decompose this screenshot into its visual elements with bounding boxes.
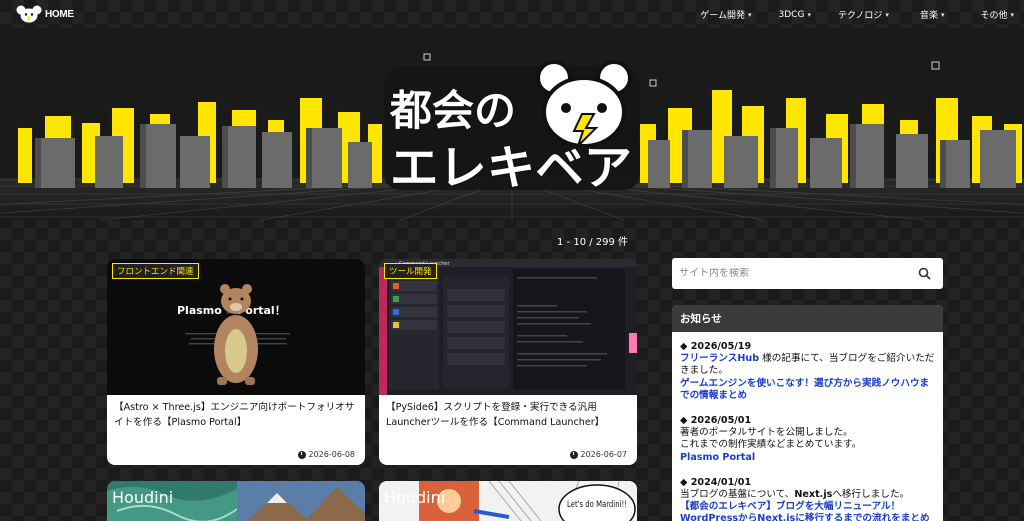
article-title[interactable]: 【PySide6】スクリプトを登録・実行できる汎用Launcherツールを作る【…	[386, 401, 630, 430]
home-label: HOME	[45, 8, 74, 20]
news-entry: ◆ 2026/05/19 フリーランスHub 様の記事にて、当ブログをご紹介いただ…	[680, 341, 936, 402]
article-title[interactable]: 【Astro × Three.js】エンジニア向けポートフォリオサイトを作る【P…	[114, 401, 358, 430]
news-text: 著者のポータルサイトを公開しました。	[680, 427, 853, 439]
nav-label: ゲーム開発	[700, 11, 745, 21]
nav-item-other[interactable]: その他 ▾	[980, 8, 1014, 22]
nav-label: テクノロジ	[837, 11, 883, 21]
news-title: お知らせ	[672, 305, 943, 332]
news-text: これまでの制作実績などまとめています。	[680, 439, 862, 451]
news-date: ◆ 2026/05/19	[680, 341, 752, 352]
chevron-down-icon: ▾	[885, 10, 889, 19]
home-link[interactable]: HOME	[16, 5, 74, 23]
nav-item-3dcg[interactable]: 3DCG ▾	[779, 8, 811, 21]
news-date: ◆ 2024/01/01	[680, 476, 752, 488]
nav-label: 3DCG	[778, 9, 805, 20]
site-search	[672, 258, 943, 289]
news-entry: ◆ 2024/01/01 当ブログの基盤について、Next.jsへ移行しました。【…	[680, 477, 936, 521]
category-tag[interactable]: Houdini	[112, 488, 173, 507]
news-link[interactable]: Plasmo Portal	[680, 452, 755, 463]
news-link[interactable]: ゲームエンジンを使いこなす！選び方から実践ノウハウまでの情報まとめ	[680, 378, 929, 401]
result-count: 1 - 10 / 299 件	[557, 237, 629, 248]
plasmo-portal-image: Plasmo ⚡ Portal！	[107, 259, 365, 395]
bear-logo-icon	[16, 5, 42, 23]
main-nav: ゲーム開発 ▾ 3DCG ▾ テクノロジ ▾ 音楽 ▾ その他 ▾	[700, 8, 1014, 22]
article-thumbnail: ツール開発 Command Launcher	[379, 259, 637, 395]
nav-item-technology[interactable]: テクノロジ ▾	[837, 8, 889, 22]
date-text: 2026-06-08	[308, 450, 356, 459]
news-date: ◆ 2026/05/01	[680, 415, 752, 427]
city-skyline-illustration: 都会の エレキベア	[0, 28, 1024, 220]
category-tag[interactable]: フロントエンド関連	[112, 263, 199, 279]
chevron-down-icon: ▾	[748, 10, 752, 19]
article-card[interactable]: Houdini	[107, 481, 365, 521]
news-text: Next.js	[794, 489, 833, 501]
news-link[interactable]: 【都会のエレキベア】ブログを大幅リニューアル！WordPressからNext.j…	[680, 501, 930, 521]
nav-item-music[interactable]: 音楽 ▾	[919, 8, 945, 22]
news-entry: ◆ 2026/05/01 著者のポータルサイトを公開しました。 これまでの制作実績な…	[680, 415, 936, 464]
nav-label: その他	[980, 11, 1008, 21]
article-date: 2026-06-07	[569, 450, 628, 459]
clock-icon	[297, 450, 306, 459]
news-link[interactable]: フリーランスHub	[680, 353, 759, 364]
command-launcher-image: Command Launcher	[379, 259, 637, 395]
news-text: へ移行しました。	[832, 489, 910, 501]
article-card[interactable]: ツール開発 Command Launcher	[379, 259, 637, 465]
search-icon[interactable]	[918, 267, 931, 280]
chevron-down-icon: ▾	[940, 10, 945, 19]
date-text: 2026-06-07	[580, 450, 628, 459]
chevron-down-icon: ▾	[1010, 10, 1014, 19]
clock-icon	[569, 450, 578, 459]
article-card[interactable]: フロントエンド関連 Plasmo ⚡ Portal！ 【Astro × Thre…	[107, 259, 365, 465]
article-card[interactable]: Let's do Mardini!! Houdini	[379, 481, 637, 521]
speech-bubble-text: Let's do Mardini!!	[567, 500, 627, 510]
logo-text-line2: エレキベア	[390, 141, 632, 196]
logo-text-line1: 都会の	[389, 86, 516, 135]
search-input[interactable]	[679, 268, 909, 279]
category-tag[interactable]: ツール開発	[384, 263, 437, 279]
article-thumbnail: フロントエンド関連 Plasmo ⚡ Portal！	[107, 259, 365, 395]
nav-label: 音楽	[919, 11, 938, 21]
nav-item-game-dev[interactable]: ゲーム開発 ▾	[700, 8, 752, 22]
news-panel: お知らせ ◆ 2026/05/19 フリーランスHub 様の記事にて、当ブログをご…	[672, 305, 943, 521]
chevron-down-icon: ▾	[807, 10, 811, 19]
category-tag[interactable]: Houdini	[384, 488, 445, 507]
top-navigation-bar: HOME ゲーム開発 ▾ 3DCG ▾ テクノロジ ▾ 音楽 ▾ その他 ▾	[0, 0, 1024, 28]
article-date: 2026-06-08	[297, 450, 356, 459]
hero-banner: 都会の エレキベア	[0, 28, 1024, 220]
news-list: ◆ 2026/05/19 フリーランスHub 様の記事にて、当ブログをご紹介いただ…	[672, 332, 943, 521]
news-text: 当ブログの基盤について、	[680, 489, 795, 501]
